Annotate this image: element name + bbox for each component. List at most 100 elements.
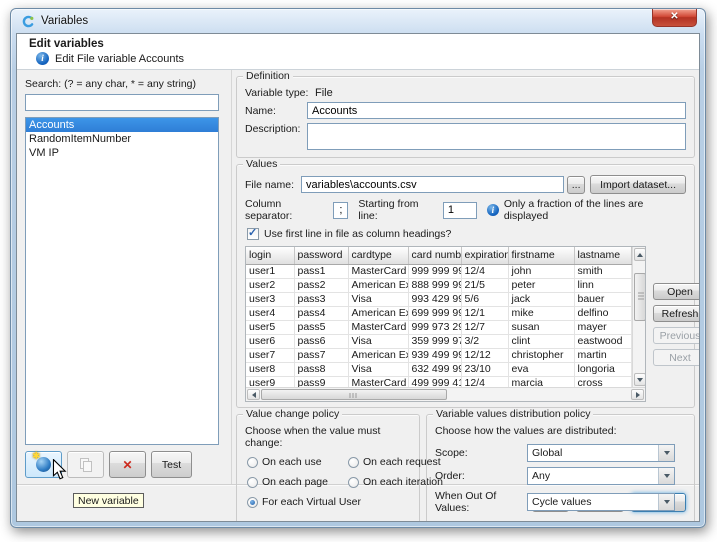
chevron-down-icon[interactable] — [658, 468, 674, 484]
radio-label: On each use — [262, 456, 322, 468]
column-header[interactable]: cardtype — [348, 247, 408, 264]
table-vertical-scrollbar[interactable] — [632, 247, 646, 387]
table-cell: pass9 — [294, 376, 348, 387]
table-cell: MasterCard — [348, 320, 408, 334]
radio-option[interactable]: On each page — [247, 476, 344, 488]
close-button[interactable]: ✕ — [652, 9, 697, 27]
table-cell: mayer — [574, 320, 631, 334]
description-field[interactable] — [307, 123, 686, 150]
combo-field-label: Scope: — [435, 447, 527, 459]
table-cell: eva — [508, 362, 574, 376]
search-input[interactable] — [25, 94, 219, 111]
table-cell: marcia — [508, 376, 574, 387]
radio-option[interactable]: For each Virtual User — [247, 496, 344, 508]
table-cell: eastwood — [574, 334, 631, 348]
value-change-options: On each useOn each requestOn each pageOn… — [247, 456, 411, 508]
table-cell: cross — [574, 376, 631, 387]
value-change-policy-group: Value change policy Choose when the valu… — [236, 414, 420, 522]
test-button[interactable]: Test — [151, 451, 192, 478]
table-cell: 993 429 999... — [408, 292, 461, 306]
refresh-button[interactable]: Refresh — [653, 305, 700, 322]
lines-info-text: Only a fraction of the lines are display… — [504, 198, 686, 222]
open-button[interactable]: Open — [653, 283, 700, 300]
column-separator-field[interactable] — [333, 202, 348, 219]
table-cell: linn — [574, 278, 631, 292]
mouse-cursor — [51, 459, 67, 483]
value-change-prompt: Choose when the value must change: — [245, 425, 411, 449]
table-cell: MasterCard — [348, 264, 408, 278]
combo-box[interactable]: Any — [527, 467, 675, 485]
first-line-checkbox-label: Use first line in file as column heading… — [264, 228, 451, 240]
variable-list[interactable]: AccountsRandomItemNumberVM IP — [25, 117, 219, 445]
new-star-icon: ✱ — [32, 451, 40, 462]
table-cell: user1 — [246, 264, 294, 278]
table-cell: jack — [508, 292, 574, 306]
title-bar[interactable]: Variables ✕ — [11, 9, 705, 33]
starting-line-field[interactable] — [443, 202, 477, 219]
delete-variable-button[interactable]: ✕ — [109, 451, 146, 478]
column-header[interactable]: firstname — [508, 247, 574, 264]
chevron-down-icon[interactable] — [658, 445, 674, 461]
app-icon — [22, 15, 35, 28]
browse-button[interactable]: ... — [567, 176, 585, 194]
import-dataset-button[interactable]: Import dataset... — [590, 175, 686, 194]
scroll-up-icon[interactable] — [634, 248, 646, 261]
vertical-scroll-thumb[interactable] — [634, 273, 646, 321]
table-row[interactable]: user2pass2American Ex...888 999 999...21… — [246, 278, 631, 292]
table-cell: Visa — [348, 292, 408, 306]
page-subtitle: Edit File variable Accounts — [55, 53, 184, 65]
table-cell: 359 999 972... — [408, 334, 461, 348]
column-header[interactable]: card number — [408, 247, 461, 264]
duplicate-variable-button[interactable] — [67, 451, 104, 478]
table-cell: user9 — [246, 376, 294, 387]
column-header[interactable]: password — [294, 247, 348, 264]
table-row[interactable]: user3pass3Visa993 429 999...5/6jackbauer — [246, 292, 631, 306]
distribution-fields: Scope:GlobalOrder:AnyWhen Out Of Values:… — [435, 444, 686, 514]
combo-field-label: Order: — [435, 470, 527, 482]
dialog-header: Edit variables i Edit File variable Acco… — [17, 34, 699, 70]
table-row[interactable]: user4pass4American Ex...699 999 999...12… — [246, 306, 631, 320]
table-row[interactable]: user6pass6Visa359 999 972...3/2clinteast… — [246, 334, 631, 348]
table-cell: 499 999 416... — [408, 376, 461, 387]
table-cell: pass2 — [294, 278, 348, 292]
table-cell: 632 499 999... — [408, 362, 461, 376]
radio-label: For each Virtual User — [262, 496, 361, 508]
column-header[interactable]: expiration — [461, 247, 508, 264]
table-horizontal-scrollbar[interactable] — [246, 387, 645, 401]
table-row[interactable]: user9pass9MasterCard499 999 416...12/4ma… — [246, 376, 631, 387]
table-row[interactable]: user5pass5MasterCard999 973 299...12/7su… — [246, 320, 631, 334]
table-cell: user7 — [246, 348, 294, 362]
dialog-body: Edit variables i Edit File variable Acco… — [16, 33, 700, 522]
variable-list-item[interactable]: VM IP — [26, 146, 218, 160]
column-header[interactable]: lastname — [574, 247, 631, 264]
table-row[interactable]: user8pass8Visa632 499 999...23/10evalong… — [246, 362, 631, 376]
combo-box[interactable]: Global — [527, 444, 675, 462]
delete-icon: ✕ — [122, 458, 132, 472]
radio-option[interactable]: On each use — [247, 456, 344, 468]
combo-box[interactable]: Cycle values — [527, 493, 675, 511]
chevron-down-icon[interactable] — [658, 494, 674, 510]
variable-list-item[interactable]: Accounts — [26, 118, 218, 132]
column-header[interactable]: login — [246, 247, 294, 264]
scroll-right-icon[interactable] — [631, 389, 644, 400]
table-cell: 12/1 — [461, 306, 508, 320]
previous-button[interactable]: Previous — [653, 327, 700, 344]
scroll-left-icon[interactable] — [247, 389, 260, 400]
scroll-down-icon[interactable] — [634, 373, 646, 386]
first-line-checkbox[interactable]: ✓ — [247, 228, 259, 240]
table-cell: 5/6 — [461, 292, 508, 306]
table-cell: 999 973 299... — [408, 320, 461, 334]
radio-icon — [348, 477, 359, 488]
file-name-field[interactable] — [301, 176, 564, 193]
horizontal-scroll-thumb[interactable] — [261, 389, 447, 400]
table-cell: 999 999 999... — [408, 264, 461, 278]
table-row[interactable]: user7pass7American Ex...939 499 999...12… — [246, 348, 631, 362]
values-table: loginpasswordcardtypecard numberexpirati… — [246, 247, 632, 387]
variable-sphere-icon: ✱ — [36, 457, 51, 472]
table-cell: 699 999 999... — [408, 306, 461, 320]
table-cell: john — [508, 264, 574, 278]
name-field[interactable] — [307, 102, 686, 119]
variable-list-item[interactable]: RandomItemNumber — [26, 132, 218, 146]
next-button[interactable]: Next — [653, 349, 700, 366]
table-row[interactable]: user1pass1MasterCard999 999 999...12/4jo… — [246, 264, 631, 278]
